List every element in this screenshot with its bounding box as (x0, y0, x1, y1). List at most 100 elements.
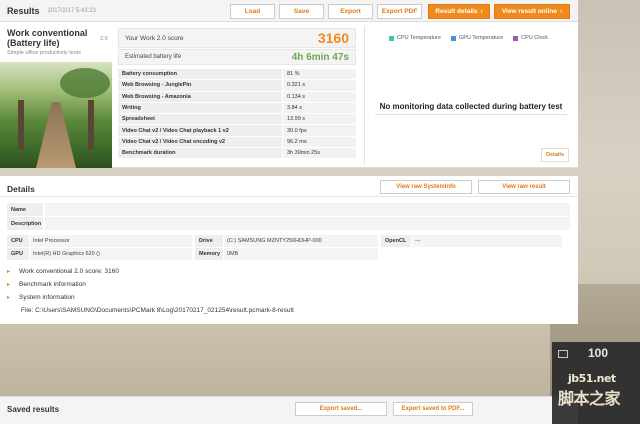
drive-value: (C:) SAMSUNG MZNTY256HDHP-000 (224, 235, 378, 247)
subscore-key: Video Chat v2 / Video Chat encoding v2 (118, 136, 282, 148)
subscore-key: Benchmark duration (118, 148, 282, 159)
details-panel: Details View raw SystemInfo View raw res… (0, 176, 578, 324)
score-label: Your Work 2.0 score (125, 34, 184, 42)
opencl-label: OpenCL (381, 235, 411, 247)
table-row: Spreadsheet 13.99 s (118, 114, 356, 126)
description-value[interactable] (45, 217, 570, 230)
site-watermark: jb51.net 脚本之家 (558, 372, 621, 409)
test-name: Work conventional (Battery life) (7, 28, 97, 48)
memory-label: Memory (195, 248, 223, 260)
no-monitoring-data-message: No monitoring data collected during batt… (379, 102, 563, 111)
thumbnail-post (88, 100, 94, 150)
thumbnail-post (18, 100, 24, 150)
monitoring-panel: CPU Temperature GPU Temperature CPU Cloc… (364, 26, 574, 164)
gpu-value: Intel(R) HD Graphics 620 () (30, 248, 192, 260)
subscore-value: 30.0 fps (283, 125, 356, 136)
expander-label: Work conventional 2.0 score: 3160 (19, 268, 119, 275)
export-saved-pdf-button[interactable]: Export saved to PDF... (393, 402, 473, 416)
subscore-value: 3h 30min 25s (283, 148, 356, 159)
subscore-value: 0.134 s (283, 91, 356, 102)
name-value[interactable] (45, 203, 570, 216)
load-button[interactable]: Load (230, 4, 275, 19)
legend-item-gpu-temp[interactable]: GPU Temperature (450, 35, 503, 41)
subscore-key: Spreadsheet (118, 114, 282, 125)
expander-score[interactable]: ▸ Work conventional 2.0 score: 3160 (7, 268, 119, 275)
view-raw-result-button[interactable]: View raw result (478, 180, 570, 194)
drive-label: Drive (195, 235, 223, 247)
system-row: GPU Intel(R) HD Graphics 620 () Memory 0… (7, 248, 570, 260)
divider (0, 196, 578, 197)
test-subtitle: Simple office productivity tests (7, 50, 81, 56)
result-details-label: Result details (435, 8, 478, 15)
page-title: Results (7, 5, 40, 16)
subscore-key: Video Chat v2 / Video Chat playback 1 v2 (118, 125, 282, 136)
battery-percent: 100 (588, 346, 609, 360)
opencl-value: --- (412, 235, 562, 247)
description-label: Description (7, 217, 43, 230)
chevron-right-icon: › (480, 8, 483, 15)
subscore-key: Battery consumption (118, 69, 282, 80)
legend-label: CPU Clock (521, 35, 549, 41)
score-box: Your Work 2.0 score 3160 Estimated batte… (118, 28, 356, 160)
caret-right-icon: ▸ (7, 269, 11, 275)
cpu-label: CPU (7, 235, 29, 247)
legend-swatch (513, 35, 519, 41)
table-row: Video Chat v2 / Video Chat playback 1 v2… (118, 125, 356, 137)
view-online-button[interactable]: View result online › (494, 4, 570, 19)
caret-right-icon: ▸ (7, 282, 11, 288)
description-row: Description (7, 217, 570, 230)
battery-row: Estimated battery life 4h 6min 47s (118, 49, 356, 65)
thumbnail-foliage (60, 68, 110, 98)
subscore-value: 0.321 s (283, 80, 356, 91)
expander-system-info[interactable]: ▸ System information (7, 294, 75, 301)
save-button[interactable]: Save (279, 4, 324, 19)
export-saved-button[interactable]: Export saved... (295, 402, 387, 416)
export-pdf-button[interactable]: Export PDF (377, 4, 422, 19)
table-row: Writing 3.84 s (118, 102, 356, 115)
subscore-value: 13.99 s (283, 114, 356, 125)
subscore-key: Web Browsing - Amazonia (118, 91, 282, 102)
system-summary: CPU Intel Processor Drive (C:) SAMSUNG M… (7, 235, 570, 261)
thumbnail-bridge (36, 102, 76, 168)
result-file-path: File: C:\Users\SAMSUNG\Documents\PCMark … (21, 307, 294, 314)
caret-right-icon: ▸ (7, 295, 11, 301)
table-row: Battery consumption 81 % (118, 69, 356, 81)
table-row: Web Browsing - JunglePin 0.321 s (118, 80, 356, 92)
saved-results-title: Saved results (7, 405, 60, 414)
subscore-table: Battery consumption 81 % Web Browsing - J… (118, 69, 356, 160)
system-row: CPU Intel Processor Drive (C:) SAMSUNG M… (7, 235, 570, 247)
test-name-line2: (Battery life) (7, 38, 60, 48)
monitoring-legend: CPU Temperature GPU Temperature CPU Cloc… (389, 35, 548, 41)
name-label: Name (7, 203, 43, 216)
battery-icon (558, 350, 568, 358)
subscore-key: Writing (118, 102, 282, 114)
expander-label: System information (19, 294, 75, 301)
details-title: Details (7, 184, 35, 194)
result-details-button[interactable]: Result details › (428, 4, 490, 19)
result-date: 2017/2/17 5:43:23 (47, 7, 96, 14)
divider (375, 114, 567, 115)
view-raw-systeminfo-button[interactable]: View raw SystemInfo (380, 180, 472, 194)
export-button[interactable]: Export (328, 4, 373, 19)
table-row: Benchmark duration 3h 30min 25s (118, 148, 356, 160)
memory-value: 0MB (224, 248, 378, 260)
table-row: Web Browsing - Amazonia 0.134 s (118, 91, 356, 103)
expander-benchmark-info[interactable]: ▸ Benchmark information (7, 281, 86, 288)
battery-label: Estimated battery life (125, 54, 182, 60)
watermark-text: 脚本之家 (558, 389, 621, 408)
name-row: Name (7, 203, 570, 216)
table-row: Video Chat v2 / Video Chat encoding v2 96… (118, 136, 356, 149)
test-thumbnail-image (0, 62, 112, 168)
subscore-value: 96.2 ms (283, 136, 356, 148)
chevron-right-icon: › (559, 8, 563, 15)
subscore-value: 81 % (283, 69, 356, 80)
legend-swatch (450, 35, 456, 41)
subscore-value: 3.84 s (283, 102, 356, 114)
legend-item-cpu-temp[interactable]: CPU Temperature (389, 35, 441, 41)
legend-item-cpu-clock[interactable]: CPU Clock (513, 35, 548, 41)
watermark-site: jb51.net (568, 372, 616, 385)
expander-label: Benchmark information (19, 281, 86, 288)
battery-value: 4h 6min 47s (291, 51, 349, 63)
results-header: Results 2017/2/17 5:43:23 Load Save Expo… (0, 0, 578, 22)
monitoring-details-button[interactable]: Details (541, 148, 569, 162)
